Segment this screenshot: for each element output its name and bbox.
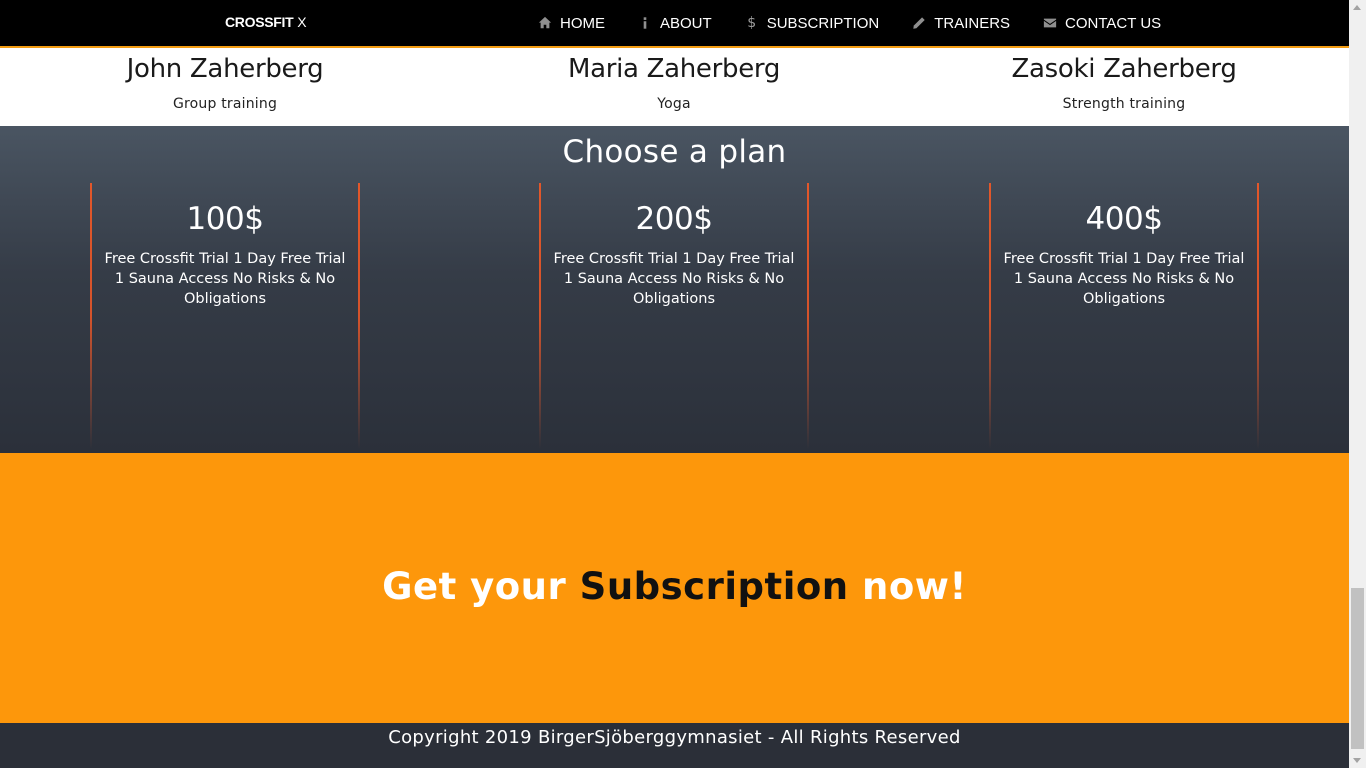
top-navbar: CROSSFIT X HOME ABOUT $ SUBSCRIPTION TRA… xyxy=(0,0,1349,48)
nav-item-subscription[interactable]: $ SUBSCRIPTION xyxy=(745,14,880,32)
nav-item-label: TRAINERS xyxy=(934,14,1011,32)
footer: Copyright 2019 BirgerSjöberggymnasiet - … xyxy=(0,723,1349,768)
trainer-name: John Zaherberg xyxy=(126,54,324,84)
plans-title: Choose a plan xyxy=(562,134,787,170)
brand-suffix: X xyxy=(297,14,307,30)
nav-item-label: HOME xyxy=(560,14,605,32)
cta-heading[interactable]: Get your Subscription now! xyxy=(0,565,1349,608)
pencil-icon xyxy=(912,16,926,30)
brand-name: CROSSFIT xyxy=(225,14,294,30)
nav-item-label: SUBSCRIPTION xyxy=(766,14,880,32)
cta-part-2: Subscription xyxy=(579,565,849,608)
plan-price: 200$ xyxy=(635,201,713,237)
plan-price: 400$ xyxy=(1085,201,1163,237)
trainer-card: Maria Zaherberg Yoga xyxy=(524,48,824,112)
trainer-name: Zasoki Zaherberg xyxy=(1011,54,1237,84)
dollar-icon: $ xyxy=(747,15,757,31)
info-icon xyxy=(638,16,652,30)
nav-item-about[interactable]: ABOUT xyxy=(638,15,712,32)
nav-item-contact[interactable]: CONTACT US xyxy=(1043,15,1161,32)
nav-item-trainers[interactable]: TRAINERS xyxy=(912,15,1010,32)
plan-card[interactable]: 400$ Free Crossfit Trial 1 Day Free Tria… xyxy=(989,183,1259,449)
plan-card[interactable]: 200$ Free Crossfit Trial 1 Day Free Tria… xyxy=(539,183,809,449)
trainer-card: Zasoki Zaherberg Strength training xyxy=(974,48,1274,112)
plan-description: Free Crossfit Trial 1 Day Free Trial 1 S… xyxy=(553,251,795,307)
plan-price: 100$ xyxy=(186,201,264,237)
scroll-up-icon[interactable] xyxy=(1353,5,1361,10)
copyright-text: Copyright 2019 BirgerSjöberggymnasiet - … xyxy=(388,727,961,748)
plan-description: Free Crossfit Trial 1 Day Free Trial 1 S… xyxy=(104,251,346,307)
brand-logo[interactable]: CROSSFIT X xyxy=(225,14,307,30)
plan-description: Free Crossfit Trial 1 Day Free Trial 1 S… xyxy=(1003,251,1245,307)
trainers-section: John Zaherberg Group training Maria Zahe… xyxy=(0,48,1349,126)
plans-section: Choose a plan 100$ Free Crossfit Trial 1… xyxy=(0,126,1349,453)
nav-menu: HOME ABOUT $ SUBSCRIPTION TRAINERS CONTA… xyxy=(538,0,1161,46)
trainer-role: Group training xyxy=(172,96,278,112)
trainer-role: Yoga xyxy=(657,96,691,112)
cta-part-3: now! xyxy=(862,565,967,608)
scrollbar-thumb[interactable] xyxy=(1351,588,1364,749)
nav-item-home[interactable]: HOME xyxy=(538,15,605,32)
nav-item-label: CONTACT US xyxy=(1065,14,1162,32)
envelope-icon xyxy=(1043,16,1057,30)
nav-item-label: ABOUT xyxy=(660,14,712,32)
cta-part-1: Get your xyxy=(382,565,567,608)
home-icon xyxy=(538,16,552,30)
subscription-cta: Get your Subscription now! xyxy=(0,453,1349,723)
trainer-role: Strength training xyxy=(1062,96,1186,112)
trainer-name: Maria Zaherberg xyxy=(567,54,781,84)
scroll-down-icon[interactable] xyxy=(1353,758,1361,763)
trainer-card: John Zaherberg Group training xyxy=(75,48,375,112)
plan-card[interactable]: 100$ Free Crossfit Trial 1 Day Free Tria… xyxy=(90,183,360,449)
page-scrollbar[interactable] xyxy=(1349,0,1366,768)
